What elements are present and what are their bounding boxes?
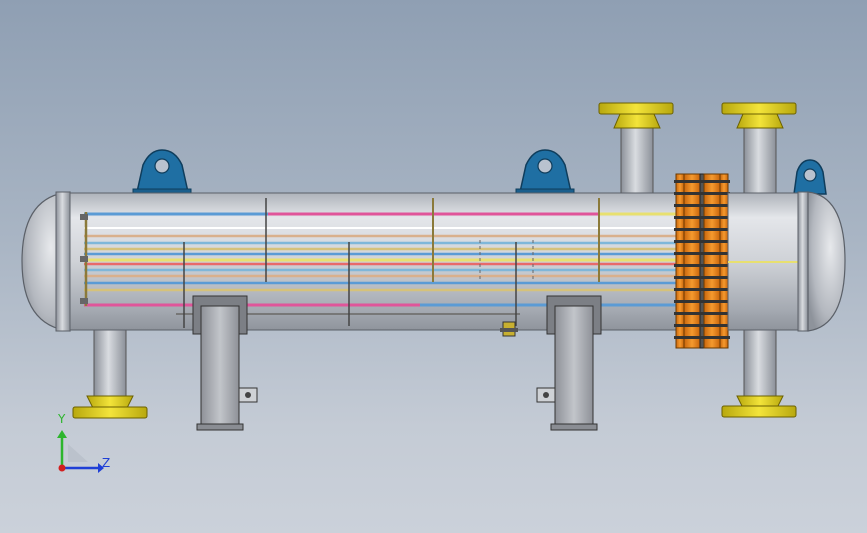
nozzle-top-left	[598, 102, 674, 195]
nozzle-bottom-right	[721, 321, 797, 418]
lifting-lug-left	[132, 149, 192, 195]
axis-origin	[58, 464, 66, 472]
drain-fitting	[500, 321, 518, 337]
shell-head-left	[21, 191, 71, 332]
lifting-lug-right	[793, 159, 827, 195]
nozzle-bottom-left	[72, 321, 148, 419]
y-axis-arrowhead	[57, 430, 67, 438]
z-axis-label: Z	[102, 456, 111, 470]
axis-plane-indicator	[68, 444, 88, 462]
channel-body	[727, 191, 809, 332]
y-axis-label: Y	[58, 412, 66, 426]
heat-exchanger-model[interactable]	[0, 0, 867, 533]
shell-head-right	[807, 191, 846, 332]
nozzle-top-right	[721, 102, 797, 199]
cad-viewport[interactable]: Y Z	[0, 0, 867, 533]
lifting-lug-middle	[515, 149, 575, 195]
saddle-support-right	[536, 295, 602, 431]
tubesheet-flange	[675, 173, 729, 349]
saddle-support-left	[192, 295, 258, 431]
axis-triad[interactable]	[57, 430, 104, 473]
